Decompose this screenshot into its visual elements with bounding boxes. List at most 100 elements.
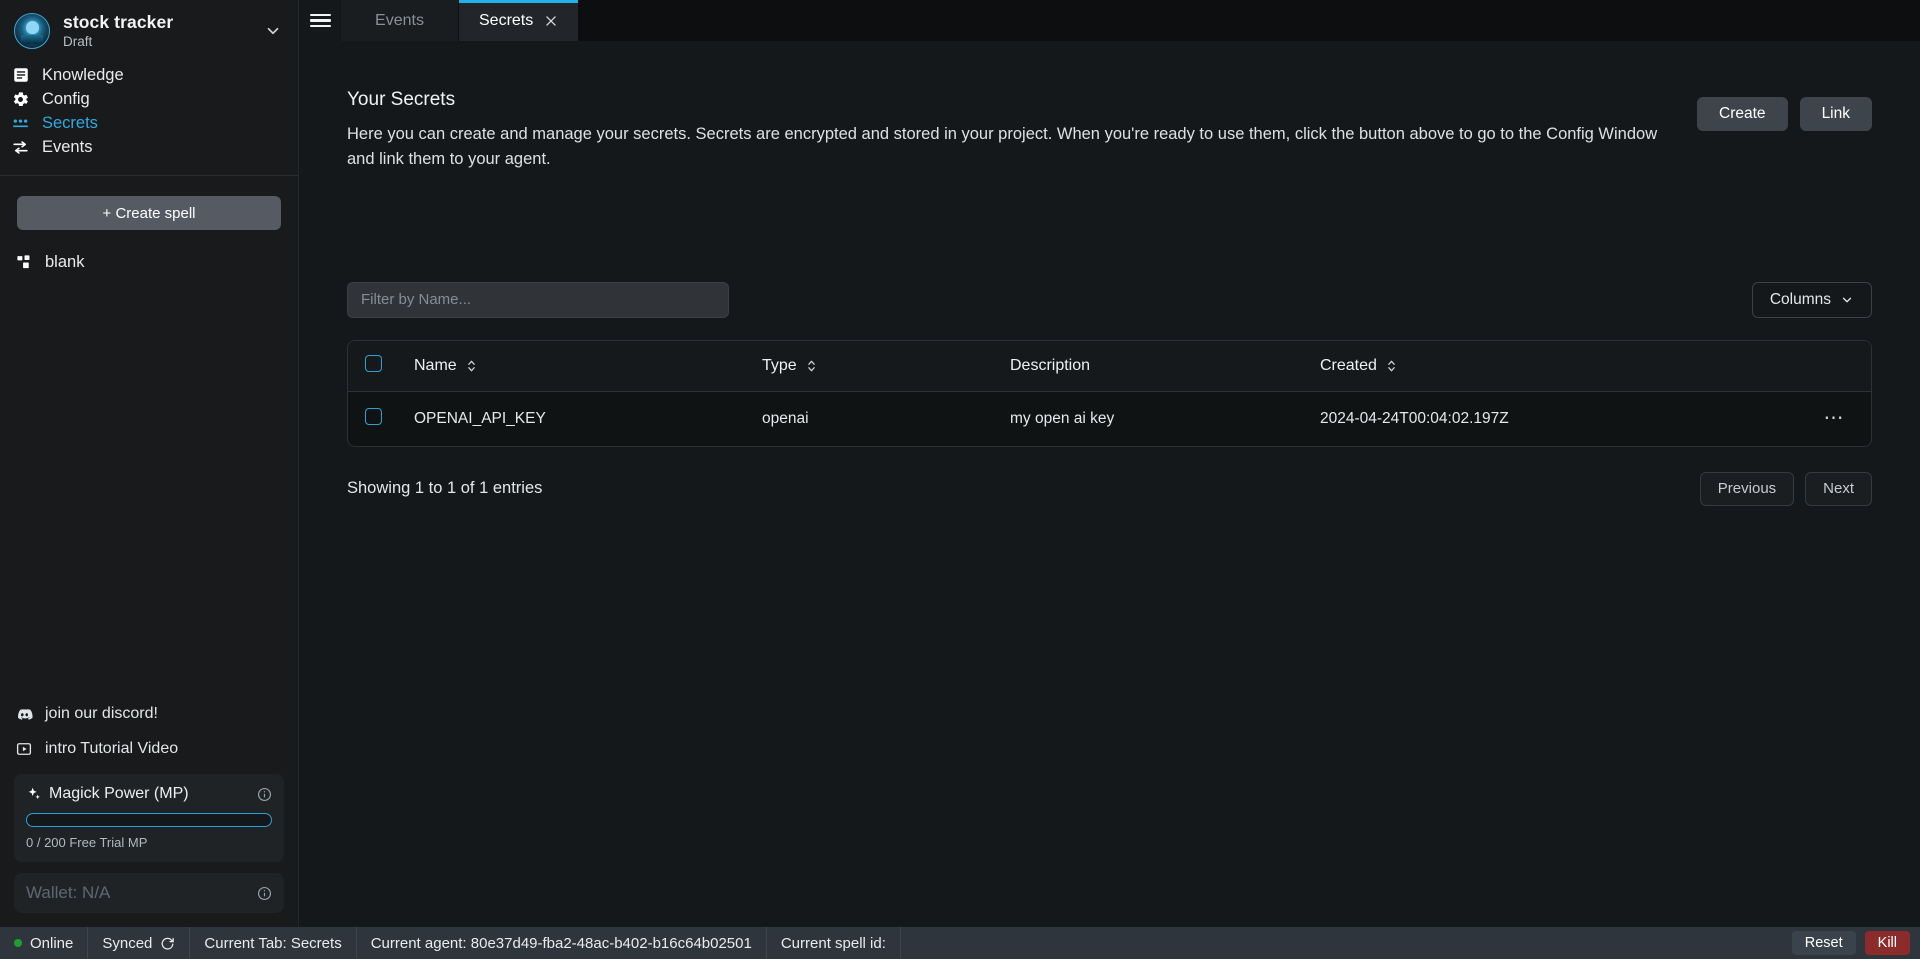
columns-button-label: Columns: [1770, 291, 1831, 309]
sparkle-icon: [26, 786, 42, 802]
magick-power-progressbar: [26, 813, 272, 827]
nodes-icon: [14, 252, 34, 272]
select-all-checkbox[interactable]: [365, 355, 382, 372]
discord-link-label: join our discord!: [45, 705, 158, 723]
sidebar-divider: [0, 175, 298, 176]
gear-icon: [10, 89, 31, 110]
sort-updown-icon: [466, 359, 477, 373]
status-bar-actions: Reset Kill: [1792, 927, 1920, 959]
chevron-down-icon: [1840, 293, 1854, 307]
sort-updown-icon: [1386, 359, 1397, 373]
header-select-all: [348, 341, 414, 392]
header-description: Description: [1010, 341, 1320, 392]
main-content: Your Secrets Here you can create and man…: [299, 41, 1920, 927]
row-checkbox[interactable]: [365, 408, 382, 425]
sidebar-item-knowledge[interactable]: Knowledge: [0, 63, 298, 87]
magick-power-title: Magick Power (MP): [49, 785, 189, 803]
sidebar-nav: Knowledge Config Secrets: [0, 59, 298, 171]
pagination-buttons: Previous Next: [1700, 472, 1872, 506]
wallet-label: Wallet: N/A: [26, 883, 110, 903]
wallet-card[interactable]: Wallet: N/A: [14, 873, 284, 913]
tab-label: Events: [375, 12, 424, 30]
page-header: Your Secrets Here you can create and man…: [347, 89, 1872, 172]
chevron-down-icon[interactable]: [262, 20, 284, 42]
header-name: Name: [414, 341, 762, 392]
status-current-spell-id: Current spell id:: [767, 927, 901, 959]
next-page-button[interactable]: Next: [1805, 472, 1872, 506]
events-arrows-icon: [10, 137, 31, 158]
pagination-summary: Showing 1 to 1 of 1 entries: [347, 479, 542, 498]
table-toolbar: Columns: [347, 282, 1872, 318]
create-spell-button[interactable]: + Create spell: [17, 196, 281, 230]
app-window: stock tracker Draft Knowledge: [0, 0, 1920, 959]
spell-item-label: blank: [45, 253, 84, 272]
magick-power-card: Magick Power (MP) 0 / 200 Free Trial MP: [14, 774, 284, 862]
row-select-cell: [348, 391, 414, 446]
video-play-icon: [14, 739, 34, 759]
table-row[interactable]: OPENAI_API_KEY openai my open ai key 202…: [348, 391, 1871, 446]
more-horizontal-icon[interactable]: ⋯: [1824, 407, 1846, 429]
status-current-tab: Current Tab: Secrets: [190, 927, 356, 959]
status-synced[interactable]: Synced: [88, 927, 190, 959]
header-created-label: Created: [1320, 357, 1377, 375]
tutorial-video-link[interactable]: intro Tutorial Video: [14, 739, 284, 759]
sidebar-item-secrets[interactable]: Secrets: [0, 111, 298, 135]
columns-button[interactable]: Columns: [1752, 282, 1872, 318]
sidebar-item-label: Config: [42, 90, 90, 109]
sort-type-button[interactable]: Type: [762, 357, 817, 375]
sidebar-item-label: Knowledge: [42, 66, 124, 85]
tutorial-video-label: intro Tutorial Video: [45, 740, 178, 758]
header-actions: [1811, 341, 1871, 392]
create-button[interactable]: Create: [1697, 97, 1788, 131]
table-header-row: Name Type: [348, 341, 1871, 392]
sidebar: stock tracker Draft Knowledge: [0, 0, 299, 927]
secrets-table-element: Name Type: [348, 341, 1871, 446]
page-title: Your Secrets: [347, 89, 1673, 111]
sidebar-item-events[interactable]: Events: [0, 135, 298, 159]
sort-name-button[interactable]: Name: [414, 357, 477, 375]
info-icon[interactable]: [257, 886, 272, 901]
reset-button[interactable]: Reset: [1792, 931, 1856, 955]
hamburger-menu-icon[interactable]: [299, 0, 341, 41]
row-actions-cell: ⋯: [1811, 391, 1871, 446]
app-body: stock tracker Draft Knowledge: [0, 0, 1920, 927]
kill-button[interactable]: Kill: [1865, 931, 1910, 955]
tab-secrets[interactable]: Secrets: [459, 0, 578, 41]
project-names: stock tracker Draft: [63, 12, 249, 49]
document-icon: [10, 65, 31, 86]
agent-avatar: [14, 13, 50, 49]
page-header-actions: Create Link: [1697, 89, 1872, 131]
sort-updown-icon: [806, 359, 817, 373]
table-head: Name Type: [348, 341, 1871, 392]
project-status: Draft: [63, 34, 249, 49]
spell-item-blank[interactable]: blank: [14, 252, 298, 272]
cell-type: openai: [762, 391, 1010, 446]
discord-link[interactable]: join our discord!: [14, 704, 284, 724]
table-body: OPENAI_API_KEY openai my open ai key 202…: [348, 391, 1871, 446]
status-current-agent: Current agent: 80e37d49-fba2-48ac-b402-b…: [357, 927, 767, 959]
previous-page-button[interactable]: Previous: [1700, 472, 1794, 506]
tab-label: Secrets: [479, 12, 533, 30]
project-header[interactable]: stock tracker Draft: [0, 0, 298, 59]
sidebar-item-config[interactable]: Config: [0, 87, 298, 111]
magick-power-header: Magick Power (MP): [26, 785, 272, 803]
sort-created-button[interactable]: Created: [1320, 357, 1397, 375]
online-label: Online: [30, 935, 73, 952]
tab-events[interactable]: Events: [341, 0, 459, 41]
header-created: Created: [1320, 341, 1811, 392]
cell-name: OPENAI_API_KEY: [414, 391, 762, 446]
sidebar-spacer: [0, 272, 298, 704]
online-dot-icon: [14, 939, 22, 947]
page-description: Here you can create and manage your secr…: [347, 122, 1673, 172]
filter-by-name-input[interactable]: [347, 282, 729, 318]
magick-power-caption: 0 / 200 Free Trial MP: [26, 835, 272, 850]
discord-icon: [14, 704, 34, 724]
cell-created: 2024-04-24T00:04:02.197Z: [1320, 391, 1811, 446]
cell-description: my open ai key: [1010, 391, 1320, 446]
info-icon[interactable]: [257, 787, 272, 802]
link-button[interactable]: Link: [1800, 97, 1872, 131]
secrets-table: Name Type: [347, 340, 1872, 447]
close-icon[interactable]: [544, 14, 558, 28]
header-type-label: Type: [762, 357, 797, 375]
magick-power-title-group: Magick Power (MP): [26, 785, 189, 803]
